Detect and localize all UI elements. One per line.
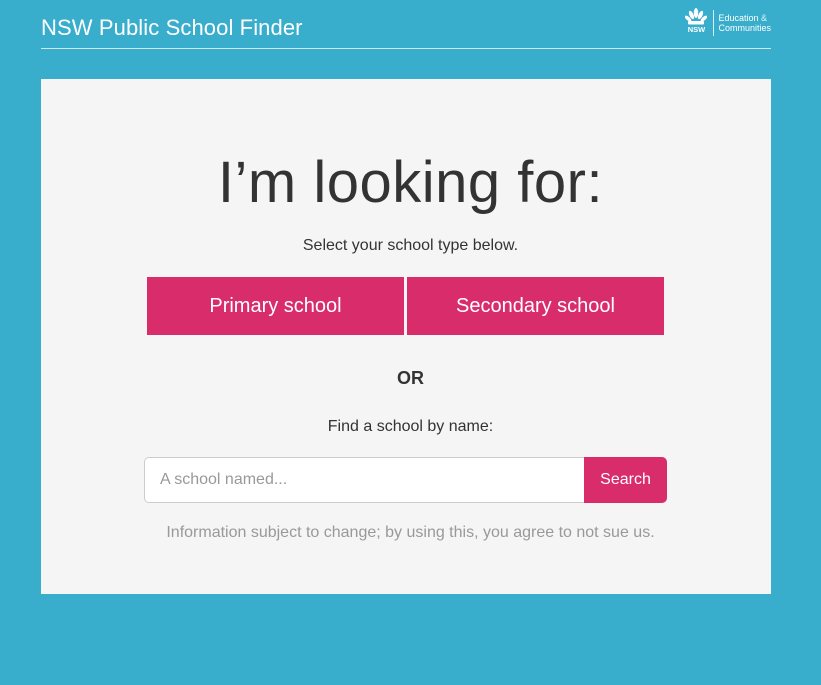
logo-text: Education & Communities xyxy=(718,13,771,33)
logo-divider xyxy=(713,10,715,36)
logo-line-education: Education xyxy=(718,13,759,23)
waratah-icon: NSW xyxy=(682,8,710,38)
search-button[interactable]: Search xyxy=(584,457,667,503)
school-name-input[interactable] xyxy=(144,457,584,503)
primary-school-button[interactable]: Primary school xyxy=(147,277,404,335)
logo-ampersand: & xyxy=(761,13,768,23)
disclaimer-text: Information subject to change; by using … xyxy=(166,524,655,541)
logo-nsw-label: NSW xyxy=(687,25,706,34)
search-group: Search xyxy=(144,457,667,503)
app-header: NSW Public School Finder NSW Education &… xyxy=(41,0,771,49)
department-logo: NSW Education & Communities xyxy=(682,8,771,38)
find-by-name-label: Find a school by name: xyxy=(327,418,494,435)
logo-line-communities: Communities xyxy=(718,23,771,33)
app-title: NSW Public School Finder xyxy=(41,15,303,40)
secondary-school-button[interactable]: Secondary school xyxy=(407,277,664,335)
page-subtitle: Select your school type below. xyxy=(302,237,519,254)
page-title: I’m looking for: xyxy=(217,150,604,215)
or-divider-label: OR xyxy=(397,368,424,388)
